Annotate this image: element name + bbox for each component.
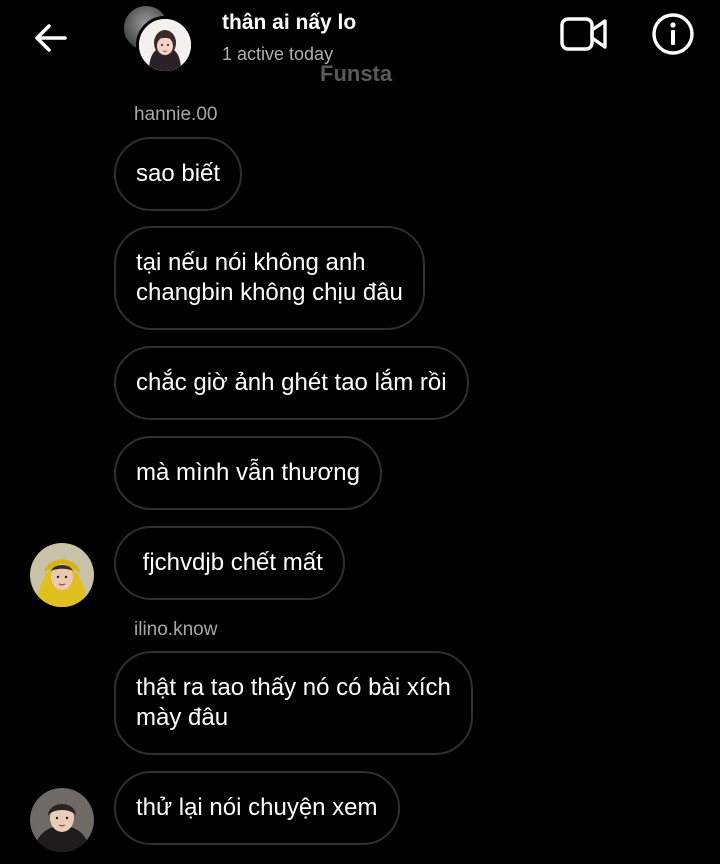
video-call-button[interactable] [556,12,612,56]
group-avatar[interactable] [124,6,194,74]
message-text: mà mình vẫn thương [136,459,360,486]
info-icon [652,13,694,55]
group-avatar-primary [136,16,194,74]
sender-avatar[interactable] [30,543,94,607]
thread-info-button[interactable] [648,10,698,58]
message-bubble[interactable]: sao biết [114,137,243,211]
message-sender-name: ilino.know [134,619,218,640]
watermark-text: Funsta [320,61,393,86]
message-text: tại nếu nói không anh changbin không chị… [136,249,403,306]
message-bubble[interactable]: thử lại nói chuyện xem [114,771,400,845]
message-bubble[interactable]: mà mình vẫn thương [114,436,382,510]
message-text: fjchvdjb chết mất [136,549,323,576]
message-text: thật ra tao thấy nó có bài xích mày đâu [136,674,451,731]
message-bubble[interactable]: tại nếu nói không anh changbin không chị… [114,226,425,330]
message-bubble[interactable]: chắc giờ ảnh ghét tao lắm rồi [114,346,469,420]
video-camera-icon [560,17,607,51]
sender-avatar[interactable] [30,788,94,852]
message-bubble[interactable]: fjchvdjb chết mất [114,526,345,600]
message-text: sao biết [136,160,221,187]
thread-header: thân ai nấy lo 1 active today Funsta [0,0,720,90]
thread-title[interactable]: thân ai nấy lo [222,11,356,35]
active-status: 1 active today [222,44,334,64]
message-text: thử lại nói chuyện xem [136,794,378,821]
arrow-left-icon [35,24,67,52]
message-text: chắc giờ ảnh ghét tao lắm rồi [136,369,447,396]
back-button[interactable] [28,18,72,58]
message-sender-name: hannie.00 [134,104,218,125]
message-bubble[interactable]: thật ra tao thấy nó có bài xích mày đâu [114,651,473,755]
